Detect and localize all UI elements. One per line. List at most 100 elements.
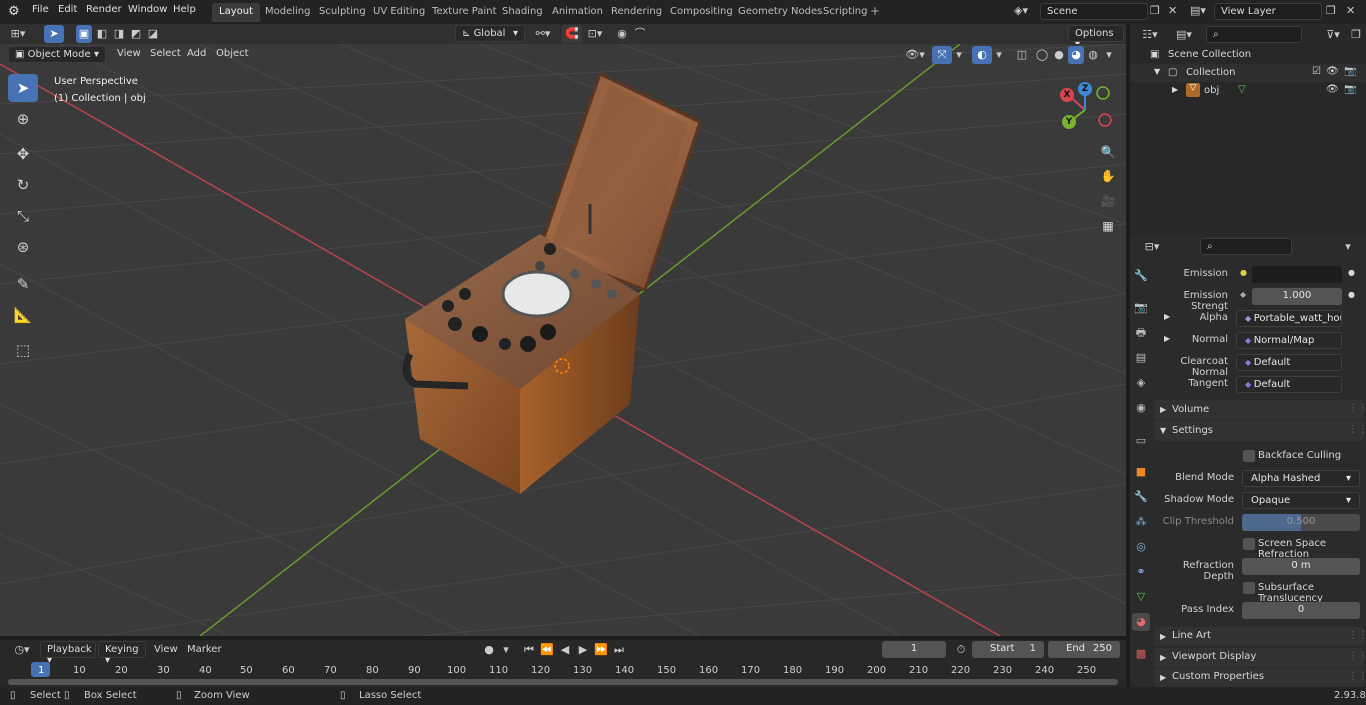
- menu-window[interactable]: Window: [128, 4, 167, 15]
- menu-help[interactable]: Help: [173, 4, 196, 15]
- camera-icon[interactable]: 📷: [1344, 66, 1356, 77]
- keyframe-dot-icon[interactable]: ●: [1348, 290, 1355, 299]
- expand-arrow-icon[interactable]: ▶: [1172, 85, 1178, 94]
- blender-logo-icon[interactable]: ⚙: [8, 4, 20, 19]
- mode-intersect-icon[interactable]: ◪: [145, 25, 161, 43]
- clearcoat-normal-field[interactable]: ◆ Default: [1236, 354, 1342, 371]
- snap-target-icon[interactable]: ⊡▾: [582, 25, 608, 43]
- play-icon[interactable]: ▶: [574, 641, 592, 659]
- drag-handle-icon[interactable]: ⋮⋮: [1348, 671, 1366, 682]
- refraction-depth-field[interactable]: 0 m: [1242, 558, 1360, 575]
- keying-dropdown[interactable]: Keying ▾: [98, 641, 146, 666]
- shadow-mode-dropdown[interactable]: Opaque ▾: [1242, 492, 1360, 509]
- tab-sculpting[interactable]: Sculpting: [312, 3, 373, 22]
- gizmo-x-axis[interactable]: X: [1060, 88, 1074, 102]
- gizmo-dropdown-icon[interactable]: ▾: [952, 46, 966, 64]
- menu-object[interactable]: Object: [216, 48, 249, 59]
- add-workspace-icon[interactable]: +: [870, 4, 880, 18]
- tab-layout[interactable]: Layout: [212, 3, 260, 22]
- pass-index-field[interactable]: 0: [1242, 602, 1360, 619]
- outliner-row-obj[interactable]: ▶ ▽ obj ▽ 👁 📷: [1130, 82, 1366, 100]
- viewport-display-panel-header[interactable]: ▶ Viewport Display ⋮⋮: [1154, 648, 1366, 667]
- ortho-toggle-icon[interactable]: ▦: [1098, 216, 1118, 236]
- custom-properties-panel-header[interactable]: ▶ Custom Properties ⋮⋮: [1154, 668, 1366, 687]
- tab-shading[interactable]: Shading: [495, 3, 550, 22]
- socket-dot-icon[interactable]: ◆: [1240, 290, 1246, 299]
- display-mode-icon[interactable]: ▤▾: [1170, 26, 1198, 44]
- 3d-viewport[interactable]: User Perspective (1) Collection | obj ➤ …: [0, 44, 1126, 636]
- blend-mode-dropdown[interactable]: Alpha Hashed ▾: [1242, 470, 1360, 487]
- outliner-search-input[interactable]: ⌕: [1206, 26, 1302, 43]
- timeline-view-menu[interactable]: View: [154, 644, 178, 655]
- tab-animation[interactable]: Animation: [545, 3, 610, 22]
- menu-add[interactable]: Add: [187, 48, 206, 59]
- jump-end-icon[interactable]: ⏭: [610, 641, 628, 659]
- play-reverse-icon[interactable]: ◀: [556, 641, 574, 659]
- rotate-tool-icon[interactable]: ↻: [8, 171, 38, 199]
- gizmo-y-axis[interactable]: Y: [1062, 115, 1076, 129]
- record-icon[interactable]: ●: [480, 641, 498, 659]
- mesh-data-icon[interactable]: ▽: [1238, 84, 1246, 95]
- overlays-dropdown-icon[interactable]: ▾: [992, 46, 1006, 64]
- close-scene-icon[interactable]: ✕: [1168, 4, 1177, 17]
- tool-tab-icon[interactable]: 🔧: [1132, 267, 1150, 285]
- tab-rendering[interactable]: Rendering: [604, 3, 669, 22]
- line-art-panel-header[interactable]: ▶ Line Art ⋮⋮: [1154, 627, 1366, 646]
- properties-search-input[interactable]: ⌕: [1200, 238, 1292, 255]
- timeline-scrollbar[interactable]: [8, 679, 1118, 685]
- volume-panel-header[interactable]: ▶ Volume ⋮⋮: [1154, 400, 1366, 420]
- visibility-icon[interactable]: 👁▾: [902, 46, 928, 64]
- stopwatch-icon[interactable]: ⏱: [952, 641, 970, 659]
- overlays-icon[interactable]: ◐: [972, 46, 992, 64]
- socket-dot-icon[interactable]: ●: [1240, 268, 1247, 277]
- drag-handle-icon[interactable]: ⋮⋮: [1348, 651, 1366, 662]
- tab-compositing[interactable]: Compositing: [663, 3, 740, 22]
- transform-orientation-dropdown[interactable]: ⊾ Global ▾: [455, 25, 525, 42]
- menu-render[interactable]: Render: [86, 4, 122, 15]
- xray-icon[interactable]: ◫: [1012, 46, 1032, 64]
- auto-key-dropdown-icon[interactable]: ▾: [498, 641, 514, 659]
- data-tab-icon[interactable]: ▽: [1132, 588, 1150, 606]
- drag-handle-icon[interactable]: ⋮⋮: [1348, 424, 1366, 435]
- modifier-tab-icon[interactable]: 🔧: [1132, 488, 1150, 506]
- prev-keyframe-icon[interactable]: ⏪: [538, 641, 556, 659]
- timeline-marker-menu[interactable]: Marker: [187, 644, 222, 655]
- menu-file[interactable]: File: [32, 4, 49, 15]
- tab-scripting[interactable]: Scripting: [816, 3, 874, 22]
- view-layer-tab-icon[interactable]: ▤: [1132, 349, 1150, 367]
- clip-threshold-slider[interactable]: 0.500: [1242, 514, 1360, 531]
- copy-view-layer-icon[interactable]: ❐: [1326, 4, 1336, 17]
- collection-tab-icon[interactable]: ▭: [1132, 432, 1150, 450]
- normal-input-field[interactable]: ◆ Normal/Map: [1236, 332, 1342, 349]
- jump-start-icon[interactable]: ⏮: [520, 641, 538, 659]
- rendered-shading-icon[interactable]: ◍: [1085, 46, 1101, 64]
- mode-extend-icon[interactable]: ◧: [94, 25, 110, 43]
- next-keyframe-icon[interactable]: ⏩: [592, 641, 610, 659]
- sss-checkbox[interactable]: [1243, 582, 1255, 594]
- proportional-falloff-icon[interactable]: ⌒: [630, 25, 650, 43]
- emission-color-field[interactable]: [1252, 266, 1342, 283]
- constraints-tab-icon[interactable]: ⚭: [1132, 563, 1150, 581]
- scene-tab-icon[interactable]: ◈: [1132, 374, 1150, 392]
- scene-field[interactable]: Scene: [1040, 3, 1148, 20]
- scene-icon[interactable]: ◈▾: [1014, 4, 1028, 17]
- drag-handle-icon[interactable]: ⋮⋮: [1348, 403, 1366, 414]
- material-tab-icon[interactable]: ◕: [1132, 613, 1150, 631]
- transform-tool-icon[interactable]: ⊛: [8, 233, 38, 261]
- start-frame-field[interactable]: Start 1: [972, 641, 1044, 658]
- tab-geometry-nodes[interactable]: Geometry Nodes: [731, 3, 829, 22]
- outliner-editor-icon[interactable]: ☷▾: [1136, 26, 1164, 44]
- keyframe-dot-icon[interactable]: ●: [1348, 268, 1355, 277]
- mode-invert-icon[interactable]: ◩: [128, 25, 144, 43]
- settings-panel-header[interactable]: ▼ Settings ⋮⋮: [1154, 421, 1366, 441]
- zoom-view-icon[interactable]: 🔍: [1098, 142, 1118, 162]
- expand-arrow-icon[interactable]: ▼: [1154, 67, 1160, 76]
- add-cube-tool-icon[interactable]: ⬚: [8, 336, 38, 364]
- wireframe-shading-icon[interactable]: ◯: [1034, 46, 1050, 64]
- solid-shading-icon[interactable]: ●: [1051, 46, 1067, 64]
- proportional-edit-icon[interactable]: ◉: [612, 25, 632, 43]
- menu-edit[interactable]: Edit: [58, 4, 77, 15]
- pivot-point-icon[interactable]: ⚯▾: [530, 25, 556, 43]
- filter-icon[interactable]: ⊽▾: [1320, 26, 1346, 44]
- select-tool-icon[interactable]: ➤: [44, 25, 64, 43]
